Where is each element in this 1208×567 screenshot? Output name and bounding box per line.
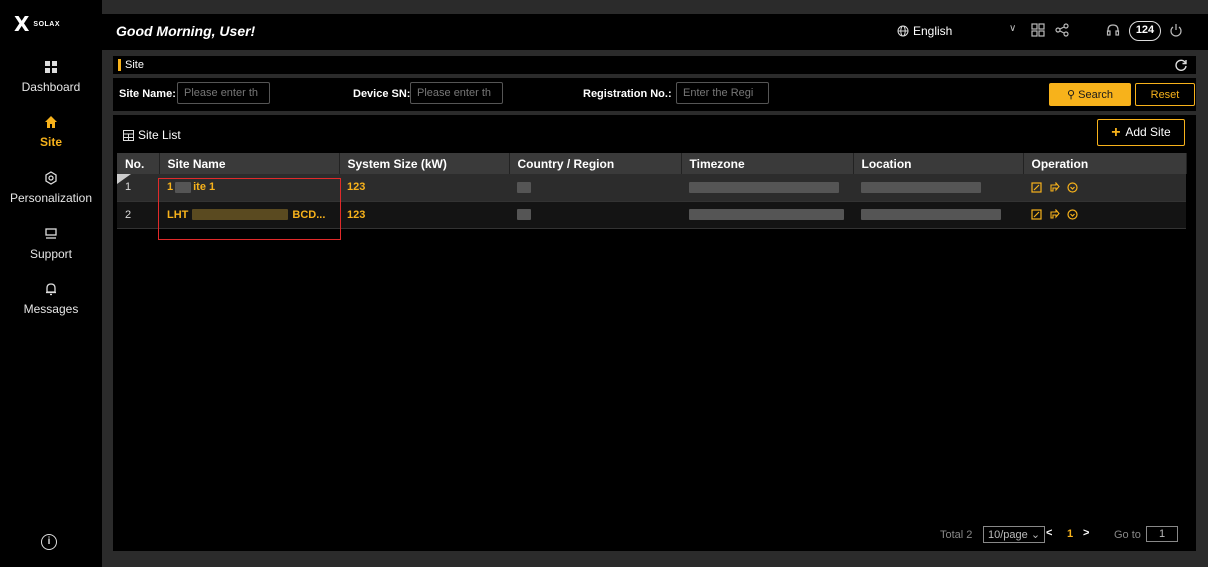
headset-icon[interactable] — [1106, 23, 1120, 37]
globe-icon — [897, 25, 909, 37]
redacted-block — [517, 209, 531, 221]
add-site-button[interactable]: + Add Site — [1097, 119, 1185, 146]
sidebar: X SOLAX Dashboard Site Personalization S… — [0, 0, 102, 567]
home-icon — [45, 116, 57, 128]
notification-count-badge[interactable]: 124 — [1129, 21, 1161, 41]
timezone-cell — [681, 174, 853, 202]
plus-icon: + — [1111, 123, 1121, 141]
timezone-cell — [681, 201, 853, 229]
site-name-input[interactable] — [177, 82, 270, 104]
greeting: Good Morning, User! — [116, 23, 256, 39]
download-icon[interactable] — [1067, 209, 1078, 220]
breadcrumb-title: Site — [125, 59, 144, 71]
share-icon[interactable] — [1055, 23, 1069, 37]
support-icon — [45, 228, 57, 239]
logo-mark: X — [14, 12, 30, 36]
search-icon: ⚲ — [1067, 89, 1076, 101]
redacted-block — [689, 209, 844, 221]
column-header[interactable]: System Size (kW) — [339, 153, 510, 174]
location-cell — [853, 201, 1023, 229]
next-page-button[interactable]: > — [1083, 527, 1089, 539]
chevron-down-icon[interactable]: ∨ — [1009, 23, 1016, 34]
redacted-block — [861, 209, 1001, 221]
sidebar-item-label: Messages — [23, 302, 79, 316]
share-site-icon[interactable] — [1049, 181, 1060, 193]
site-list-title: Site List — [123, 128, 181, 142]
column-header[interactable]: Timezone — [681, 153, 854, 174]
sidebar-item-messages[interactable]: Messages — [0, 282, 102, 316]
layout-icon[interactable] — [1031, 23, 1045, 37]
search-button[interactable]: ⚲ Search — [1049, 83, 1131, 106]
column-header[interactable]: Operation — [1023, 153, 1187, 174]
row-number-cell: 1 — [117, 174, 159, 202]
table-header-row: No. Site Name System Size (kW) Country /… — [117, 153, 1187, 174]
redacted-block — [689, 181, 839, 193]
location-cell — [853, 174, 1023, 202]
row-number: 2 — [125, 208, 132, 221]
prev-page-button[interactable]: < — [1046, 527, 1052, 539]
page-size-select[interactable]: 10/page ⌄ — [983, 526, 1046, 543]
site-list-title-text: Site List — [138, 128, 181, 142]
search-button-label: Search — [1078, 89, 1113, 101]
breadcrumb-accent-bar — [118, 59, 121, 71]
highlight-box — [158, 178, 341, 240]
pagination-total: Total 2 — [940, 529, 973, 541]
page-size-value: 10/page — [988, 529, 1028, 541]
bell-icon — [46, 283, 56, 296]
sidebar-item-label: Site — [39, 135, 62, 149]
system-size-cell: 123 — [339, 201, 509, 229]
language-label: English — [913, 24, 953, 38]
download-icon[interactable] — [1067, 182, 1078, 193]
sidebar-item-personalization[interactable]: Personalization — [0, 171, 102, 205]
power-icon[interactable] — [1169, 23, 1183, 37]
operation-cell — [1023, 174, 1186, 202]
registration-no-label: Registration No.: — [583, 88, 672, 100]
sidebar-item-dashboard[interactable]: Dashboard — [0, 60, 102, 94]
info-icon[interactable]: i — [41, 534, 57, 550]
row-marker — [117, 174, 131, 184]
sidebar-item-label: Dashboard — [21, 80, 81, 94]
column-header[interactable]: Country / Region — [509, 153, 682, 174]
redacted-block — [517, 181, 531, 193]
share-site-icon[interactable] — [1049, 209, 1060, 220]
redacted-block — [861, 181, 981, 193]
system-size-cell: 123 — [339, 174, 509, 202]
column-header[interactable]: No. — [117, 153, 160, 174]
top-bar: Good Morning, User! English ∨ 124 — [102, 14, 1208, 50]
edit-icon[interactable] — [1031, 209, 1042, 220]
dashboard-icon — [45, 61, 57, 73]
column-header[interactable]: Location — [853, 153, 1024, 174]
reset-button[interactable]: Reset — [1135, 83, 1195, 106]
sidebar-item-support[interactable]: Support — [0, 227, 102, 261]
sidebar-item-label: Personalization — [9, 191, 93, 205]
pagination: Total 2 10/page ⌄ < 1 > Go to 1 — [113, 525, 1196, 545]
breadcrumb: Site — [113, 56, 1196, 74]
registration-no-input[interactable] — [676, 82, 769, 104]
sidebar-item-label: Support — [29, 247, 73, 261]
add-site-label: Add Site — [1125, 124, 1171, 139]
goto-label: Go to — [1114, 529, 1141, 541]
language-selector[interactable]: English — [897, 24, 952, 38]
row-number-cell: 2 — [117, 201, 159, 229]
refresh-icon[interactable] — [1174, 58, 1188, 72]
filter-bar: Site Name: Device SN: Registration No.: … — [113, 78, 1196, 111]
gear-icon — [45, 171, 57, 185]
country-cell — [509, 201, 681, 229]
device-sn-input[interactable] — [410, 82, 503, 104]
goto-page-input[interactable]: 1 — [1146, 526, 1178, 542]
column-header[interactable]: Site Name — [159, 153, 340, 174]
device-sn-label: Device SN: — [353, 88, 411, 100]
sidebar-item-site[interactable]: Site — [0, 115, 102, 149]
edit-icon[interactable] — [1031, 182, 1042, 193]
table-icon — [123, 129, 134, 141]
solax-logo[interactable]: X SOLAX — [14, 14, 60, 34]
site-name-label: Site Name: — [119, 88, 176, 100]
logo-text: SOLAX — [33, 20, 61, 28]
current-page[interactable]: 1 — [1067, 528, 1073, 540]
country-cell — [509, 174, 681, 202]
operation-cell — [1023, 201, 1186, 229]
chevron-down-icon: ⌄ — [1030, 529, 1041, 541]
